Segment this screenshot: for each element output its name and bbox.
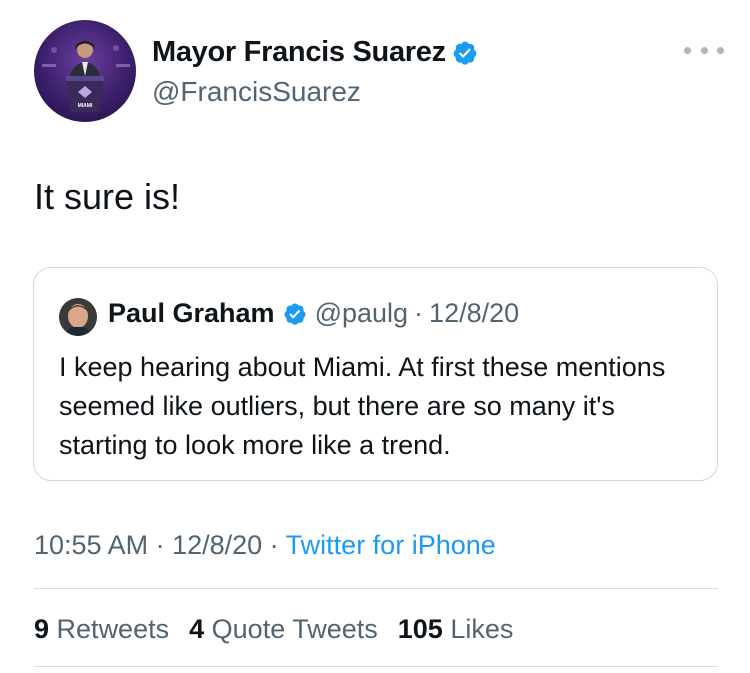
retweets-count: 9: [34, 614, 50, 644]
tweet-meta: 10:55 AM · 12/8/20 · Twitter for iPhone: [34, 530, 496, 561]
divider: [34, 666, 718, 667]
tweet-source-link[interactable]: Twitter for iPhone: [286, 530, 496, 560]
meta-separator: ·: [262, 530, 286, 560]
author-avatar-image: MIAMI: [42, 41, 130, 112]
author-name-row[interactable]: Mayor Francis Suarez: [152, 36, 478, 69]
verified-badge-icon: [453, 41, 477, 65]
more-dot: [700, 46, 708, 54]
quoted-author-avatar-image: [59, 298, 97, 336]
quote-tweets-label: Quote Tweets: [211, 614, 378, 644]
quoted-tweet-text: I keep hearing about Miami. At first the…: [59, 352, 666, 460]
quoted-separator: ·: [414, 298, 424, 328]
divider: [34, 588, 718, 589]
author-handle[interactable]: @FrancisSuarez: [152, 76, 361, 108]
quoted-tweet-header: Paul Graham @paulg · 12/8/20: [108, 298, 519, 329]
svg-text:MIAMI: MIAMI: [78, 103, 93, 109]
quote-tweets-count: 4: [189, 614, 205, 644]
more-dot: [684, 46, 691, 54]
more-dot: [717, 46, 724, 54]
tweet-timestamp[interactable]: 10:55 AM · 12/8/20: [34, 530, 262, 560]
more-options-icon[interactable]: [684, 38, 724, 62]
quoted-date[interactable]: 12/8/20: [429, 298, 519, 329]
tweet-stats: 9 Retweets 4 Quote Tweets 105 Likes: [34, 614, 513, 645]
retweets-label: Retweets: [56, 614, 170, 644]
quoted-author-handle[interactable]: @paulg: [315, 298, 408, 329]
likes-count: 105: [397, 614, 443, 644]
retweets-stat[interactable]: 9 Retweets: [34, 614, 169, 645]
tweet-text: It sure is!: [34, 176, 181, 217]
quoted-author-name[interactable]: Paul Graham: [108, 298, 275, 329]
verified-badge-icon: [284, 303, 306, 325]
likes-stat[interactable]: 105 Likes: [398, 614, 514, 645]
quoted-author-avatar[interactable]: [59, 298, 97, 336]
quoted-tweet-card[interactable]: Paul Graham @paulg · 12/8/20 I keep hear…: [33, 267, 718, 481]
quote-tweets-stat[interactable]: 4 Quote Tweets: [189, 614, 378, 645]
author-avatar[interactable]: MIAMI: [34, 20, 136, 122]
likes-label: Likes: [450, 614, 514, 644]
author-name[interactable]: Mayor Francis Suarez: [152, 36, 446, 69]
